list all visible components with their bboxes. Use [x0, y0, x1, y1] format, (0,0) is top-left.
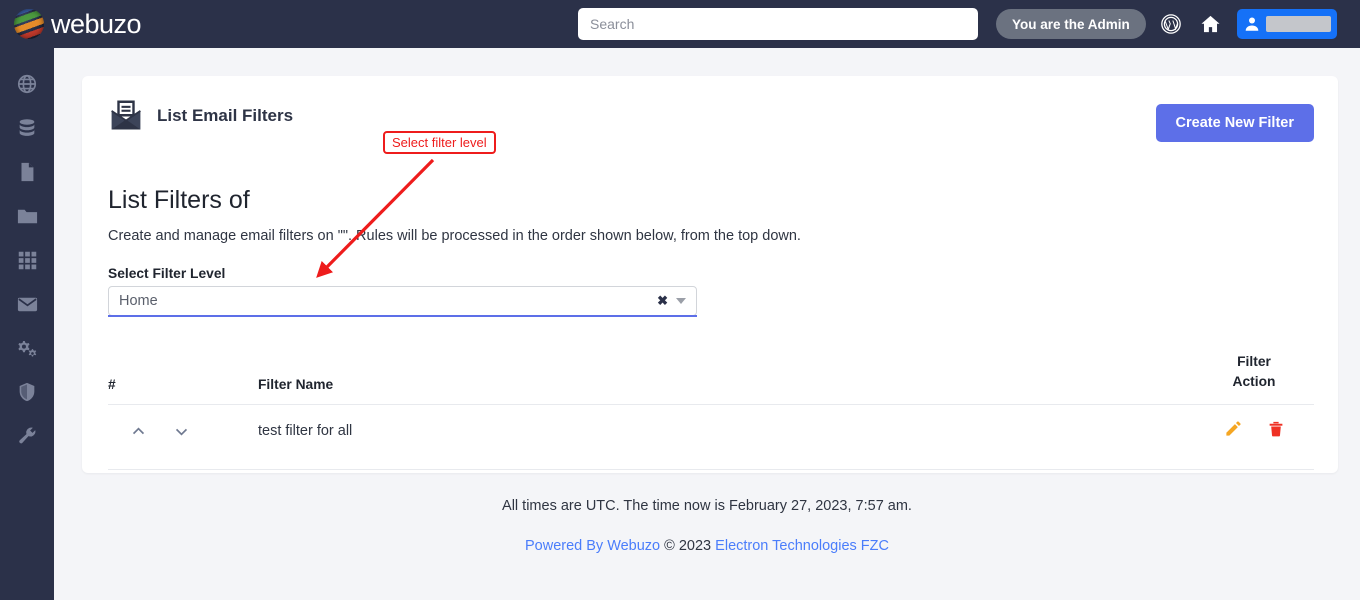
- sidebar-item-security[interactable]: [0, 370, 54, 414]
- section-title: List Filters of: [108, 186, 250, 214]
- filter-action-line1: Filter: [1237, 354, 1271, 369]
- select-focus-underline: [108, 315, 697, 317]
- webuzo-app: webuzo You are the Admin: [0, 0, 1360, 600]
- email-filters-card: List Email Filters Create New Filter Lis…: [82, 76, 1338, 473]
- brand-name: webuzo: [51, 8, 142, 39]
- search-container: [578, 8, 978, 40]
- table-header-row: # Filter Name Filter Action: [108, 344, 1314, 392]
- user-icon: [1245, 17, 1259, 31]
- sidebar-item-settings[interactable]: [0, 326, 54, 370]
- sidebar-item-file[interactable]: [0, 150, 54, 194]
- column-header-filter-action: Filter Action: [1194, 352, 1314, 392]
- sidebar-navigation: [0, 48, 54, 600]
- create-new-filter-button[interactable]: Create New Filter: [1155, 104, 1314, 142]
- shield-icon: [19, 382, 35, 402]
- webuzo-globe-icon: [14, 9, 44, 39]
- sidebar-item-tools[interactable]: [0, 414, 54, 458]
- username-redacted: [1266, 16, 1331, 32]
- gears-icon: [17, 340, 36, 356]
- filter-level-label: Select Filter Level: [108, 266, 226, 281]
- edit-pencil-icon[interactable]: [1224, 419, 1243, 443]
- column-header-number: #: [108, 377, 116, 392]
- row-actions: [1194, 419, 1314, 443]
- sidebar-item-apps[interactable]: [0, 238, 54, 282]
- sidebar-item-email[interactable]: [0, 282, 54, 326]
- card-header: List Email Filters: [108, 98, 293, 134]
- globe-icon: [17, 74, 37, 94]
- folder-icon: [17, 209, 37, 223]
- admin-status-badge: You are the Admin: [996, 9, 1146, 39]
- page-title: List Email Filters: [157, 106, 294, 125]
- filter-action-line2: Action: [1232, 374, 1276, 389]
- grid-icon: [18, 251, 36, 269]
- email-filter-icon: [111, 100, 141, 130]
- company-link[interactable]: Electron Technologies FZC: [715, 538, 889, 554]
- sidebar-item-globe[interactable]: [0, 62, 54, 106]
- file-icon: [21, 162, 34, 182]
- powered-by-webuzo-link[interactable]: Powered By Webuzo: [525, 538, 660, 554]
- search-input[interactable]: [578, 8, 978, 40]
- page-footer: All times are UTC. The time now is Febru…: [54, 498, 1360, 554]
- sidebar-item-folder[interactable]: [0, 194, 54, 238]
- envelope-icon: [17, 297, 37, 311]
- clear-selection-icon[interactable]: ✖: [651, 293, 674, 309]
- cell-filter-name: test filter for all: [258, 423, 353, 439]
- sidebar-item-database[interactable]: [0, 106, 54, 150]
- chevron-up-icon[interactable]: [130, 423, 147, 440]
- brand-logo[interactable]: webuzo: [0, 9, 245, 40]
- footer-time: All times are UTC. The time now is Febru…: [502, 498, 912, 514]
- table-row-divider: [108, 469, 1314, 470]
- annotation-callout: Select filter level: [383, 131, 496, 154]
- chevron-down-icon[interactable]: [676, 298, 686, 304]
- column-header-filter-name: Filter Name: [258, 377, 334, 392]
- home-icon[interactable]: [1197, 11, 1223, 37]
- section-description: Create and manage email filters on "". R…: [108, 228, 801, 244]
- footer-credits: Powered By Webuzo © 2023 Electron Techno…: [54, 538, 1360, 554]
- wordpress-icon[interactable]: [1158, 11, 1184, 37]
- footer-copyright: © 2023: [664, 538, 712, 554]
- filters-table: # Filter Name Filter Action test filter …: [108, 344, 1314, 470]
- top-navigation-bar: webuzo You are the Admin: [0, 0, 1360, 48]
- chevron-down-icon[interactable]: [173, 423, 190, 440]
- row-reorder-controls: [108, 423, 258, 440]
- user-account-button[interactable]: [1237, 9, 1337, 39]
- filter-level-select[interactable]: Home ✖: [108, 286, 697, 316]
- trash-icon[interactable]: [1267, 420, 1285, 443]
- table-row: test filter for all: [108, 405, 1314, 457]
- filter-level-value: Home: [119, 293, 158, 309]
- database-icon: [19, 119, 35, 136]
- main-content: List Email Filters Create New Filter Lis…: [54, 48, 1360, 600]
- wrench-icon: [19, 427, 36, 444]
